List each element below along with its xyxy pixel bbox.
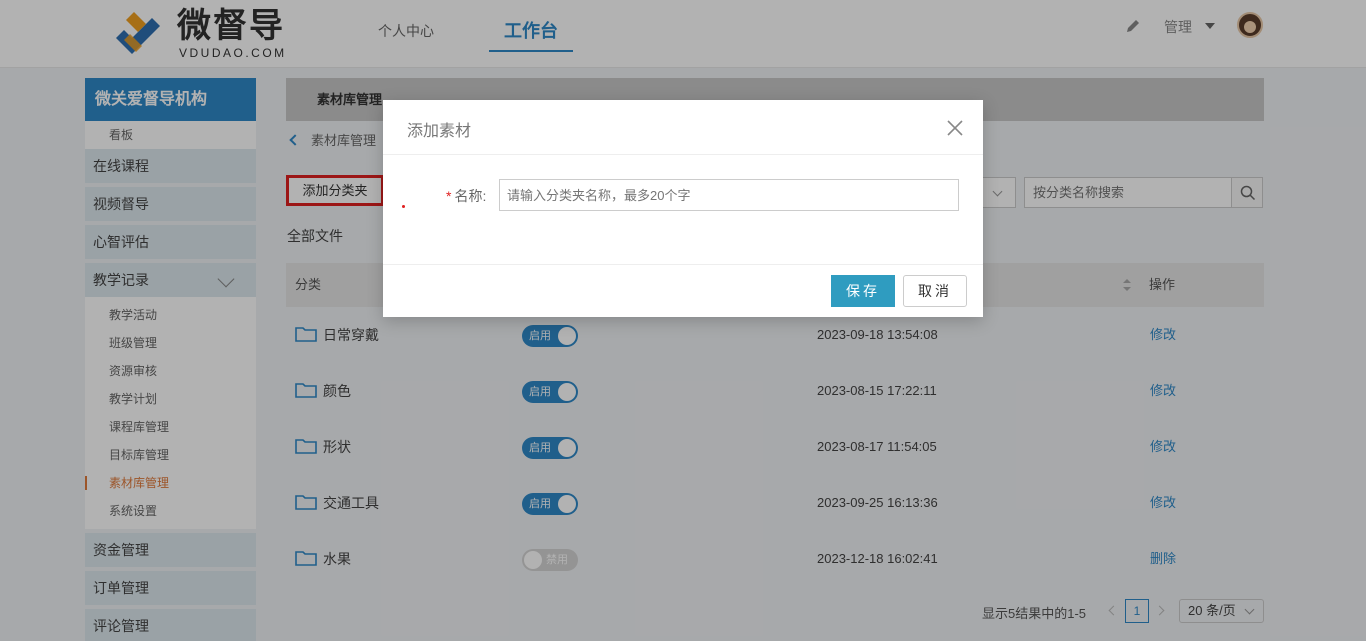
folder-name-input[interactable]	[499, 179, 959, 211]
dialog-title: 添加素材	[407, 123, 472, 140]
cancel-button[interactable]: 取消	[903, 275, 967, 307]
save-button[interactable]: 保存	[831, 275, 895, 307]
add-material-dialog: 添加素材 *名称: 保存 取消	[383, 100, 983, 317]
dialog-footer: 保存 取消	[383, 265, 983, 317]
close-icon[interactable]	[944, 117, 966, 139]
dialog-header: 添加素材	[383, 100, 983, 155]
name-field-label: * 名称:	[446, 186, 486, 206]
cursor-marker	[402, 205, 405, 208]
required-mark: *	[446, 188, 452, 204]
dialog-body: * 名称:	[383, 155, 983, 265]
name-label-text: 名称:	[454, 188, 487, 204]
modal-backdrop[interactable]	[0, 0, 1366, 641]
